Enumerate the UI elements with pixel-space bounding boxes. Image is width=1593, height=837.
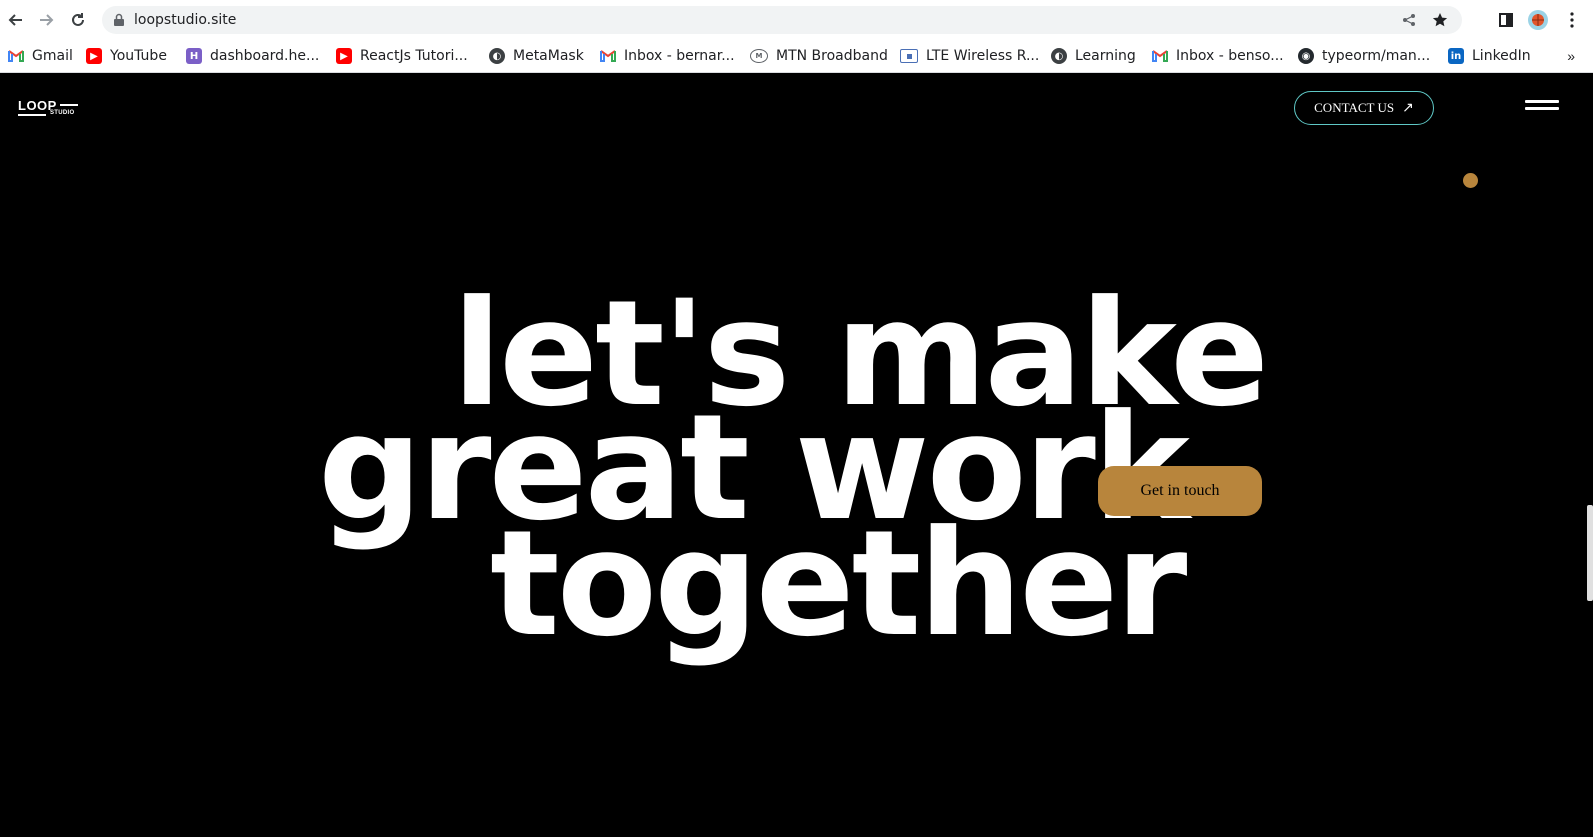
get-in-touch-button[interactable]: Get in touch xyxy=(1098,466,1262,516)
more-bookmarks-button[interactable]: » xyxy=(1567,48,1575,64)
bookmark-learning[interactable]: ◐ Learning xyxy=(1051,44,1136,68)
address-bar[interactable]: loopstudio.site xyxy=(102,6,1462,34)
bookmark-reactjs[interactable]: ▶ ReactJs Tutori... xyxy=(336,44,468,68)
page-content: LOOP STUDIO CONTACT US ↗ let's make grea… xyxy=(0,73,1593,837)
bookmark-linkedin[interactable]: in LinkedIn xyxy=(1448,44,1531,68)
bookmark-label: Gmail xyxy=(32,48,73,64)
gmail-icon xyxy=(600,48,616,64)
headline-line-3: together xyxy=(490,499,1187,669)
more-menu-icon[interactable] xyxy=(1560,8,1584,32)
bookmark-youtube[interactable]: ▶ YouTube xyxy=(86,44,167,68)
forward-arrow-icon xyxy=(40,14,54,26)
profile-avatar[interactable] xyxy=(1526,8,1550,32)
forward-button[interactable] xyxy=(34,8,58,32)
side-panel-icon[interactable] xyxy=(1494,8,1518,32)
url-text: loopstudio.site xyxy=(134,12,237,28)
gmail-icon xyxy=(8,48,24,64)
bookmark-inbox-benso[interactable]: Inbox - benso... xyxy=(1152,44,1284,68)
youtube-icon: ▶ xyxy=(86,48,102,64)
bookmark-inbox-bernar[interactable]: Inbox - bernar... xyxy=(600,44,735,68)
bookmark-label: YouTube xyxy=(110,48,167,64)
bookmark-label: LinkedIn xyxy=(1472,48,1531,64)
bookmark-label: MetaMask xyxy=(513,48,584,64)
bookmark-star-icon[interactable] xyxy=(1431,11,1449,29)
hero-headline: let's make great work together xyxy=(0,73,1593,837)
globe-icon: ◐ xyxy=(1051,48,1067,64)
bookmark-label: Inbox - bernar... xyxy=(624,48,735,64)
bookmark-label: Learning xyxy=(1075,48,1136,64)
bookmark-label: MTN Broadband xyxy=(776,48,888,64)
bookmark-lte[interactable]: LTE Wireless R... xyxy=(900,44,1039,68)
scrollbar-thumb[interactable] xyxy=(1587,505,1593,601)
reload-button[interactable] xyxy=(66,8,90,32)
bookmark-label: LTE Wireless R... xyxy=(926,48,1040,64)
browser-toolbar: loopstudio.site xyxy=(0,0,1593,40)
router-icon xyxy=(900,49,918,63)
bookmark-label: typeorm/man... xyxy=(1322,48,1431,64)
share-icon[interactable] xyxy=(1400,11,1418,29)
mtn-icon: M xyxy=(750,49,768,63)
bookmark-label: Inbox - benso... xyxy=(1176,48,1284,64)
reload-icon xyxy=(72,13,84,26)
youtube-icon: ▶ xyxy=(336,48,352,64)
back-arrow-icon xyxy=(8,14,22,26)
lock-icon xyxy=(114,13,124,26)
linkedin-icon: in xyxy=(1448,48,1464,64)
bookmark-dashboard[interactable]: H dashboard.he... xyxy=(186,44,319,68)
globe-icon: ◐ xyxy=(489,48,505,64)
back-button[interactable] xyxy=(4,8,28,32)
bookmark-label: dashboard.he... xyxy=(210,48,320,64)
heroku-icon: H xyxy=(186,48,202,64)
bookmarks-bar: Gmail ▶ YouTube H dashboard.he... ▶ Reac… xyxy=(0,40,1593,73)
github-icon: ◉ xyxy=(1298,48,1314,64)
gmail-icon xyxy=(1152,48,1168,64)
bookmark-typeorm[interactable]: ◉ typeorm/man... xyxy=(1298,44,1430,68)
bookmark-label: ReactJs Tutori... xyxy=(360,48,468,64)
bookmark-gmail[interactable]: Gmail xyxy=(8,44,73,68)
bookmark-metamask[interactable]: ◐ MetaMask xyxy=(489,44,584,68)
bookmark-mtn[interactable]: M MTN Broadband xyxy=(750,44,888,68)
